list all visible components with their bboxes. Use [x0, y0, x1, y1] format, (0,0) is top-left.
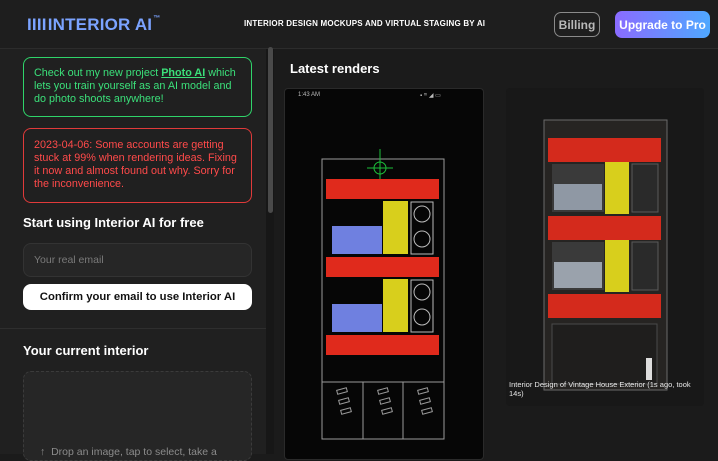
- blue-panel-1: [332, 226, 382, 254]
- app-logo[interactable]: IIIIINTERIOR AI™: [27, 15, 160, 35]
- render-2-caption: Interior Design of Vintage House Exterio…: [509, 380, 691, 398]
- latest-renders-title: Latest renders: [290, 61, 380, 76]
- phone-status-icons: ▪ ᵐ ◢ ▭: [420, 93, 441, 99]
- photo-ai-link[interactable]: Photo AI: [161, 67, 205, 79]
- render-1-drawing: [321, 149, 445, 440]
- promo-box: Check out my new project Photo AI which …: [23, 57, 252, 117]
- red-band-1: [326, 179, 439, 199]
- tower-red-band-1: [548, 138, 661, 162]
- logo-text: INTERIOR AI: [47, 15, 153, 34]
- dropzone-hint: ↑ Drop an image, tap to select, take a: [40, 446, 217, 458]
- red-band-2: [326, 257, 439, 277]
- dropzone-text: Drop an image, tap to select, take a: [51, 446, 217, 458]
- top-bar: IIIIINTERIOR AI™ INTERIOR DESIGN MOCKUPS…: [0, 0, 718, 49]
- render-image-2[interactable]: [506, 88, 704, 406]
- red-band-3: [326, 335, 439, 355]
- render-2-drawing: [506, 88, 704, 406]
- yellow-panel-2: [383, 279, 408, 332]
- round-window-2b: [413, 308, 431, 326]
- render-image-1[interactable]: [284, 88, 484, 460]
- yellow-panel-1: [383, 201, 408, 254]
- tower-window-glass-1: [554, 184, 602, 210]
- email-input[interactable]: [23, 243, 252, 277]
- current-interior-heading: Your current interior: [23, 343, 149, 358]
- promo-prefix: Check out my new project: [34, 67, 162, 79]
- window-frame-1: [410, 201, 434, 255]
- tower-side-window-2: [631, 241, 659, 291]
- billing-button[interactable]: Billing: [554, 12, 600, 37]
- round-window-1b: [413, 230, 431, 248]
- tower-ground-floor: [551, 323, 658, 385]
- blue-panel-2: [332, 304, 382, 332]
- phone-status-time: 1:43 AM: [298, 92, 321, 98]
- confirm-email-button[interactable]: Confirm your email to use Interior AI: [23, 284, 252, 310]
- ground-glyphs: [336, 387, 433, 415]
- tower-window-glass-2: [554, 262, 602, 288]
- tower-door-light: [646, 358, 652, 380]
- logo-trademark: ™: [153, 15, 161, 22]
- round-window-1a: [413, 205, 431, 223]
- tower-side-window-1: [631, 163, 659, 213]
- notice-box: 2023-04-06: Some accounts are getting st…: [23, 128, 252, 203]
- window-frame-2: [410, 279, 434, 333]
- sidebar-scrollbar-thumb[interactable]: [268, 47, 273, 213]
- tower-yellow-2: [605, 240, 629, 292]
- tower-red-band-2: [548, 216, 661, 240]
- tower-yellow-1: [605, 162, 629, 214]
- upgrade-to-pro-button[interactable]: Upgrade to Pro: [615, 11, 710, 38]
- upload-arrow-icon: ↑: [40, 446, 46, 458]
- tagline: INTERIOR DESIGN MOCKUPS AND VIRTUAL STAG…: [244, 19, 486, 28]
- section-divider: [0, 328, 266, 329]
- logo-bars: IIII: [27, 15, 47, 34]
- tower-red-band-3: [548, 294, 661, 318]
- round-window-2a: [413, 283, 431, 301]
- start-heading: Start using Interior AI for free: [23, 215, 204, 230]
